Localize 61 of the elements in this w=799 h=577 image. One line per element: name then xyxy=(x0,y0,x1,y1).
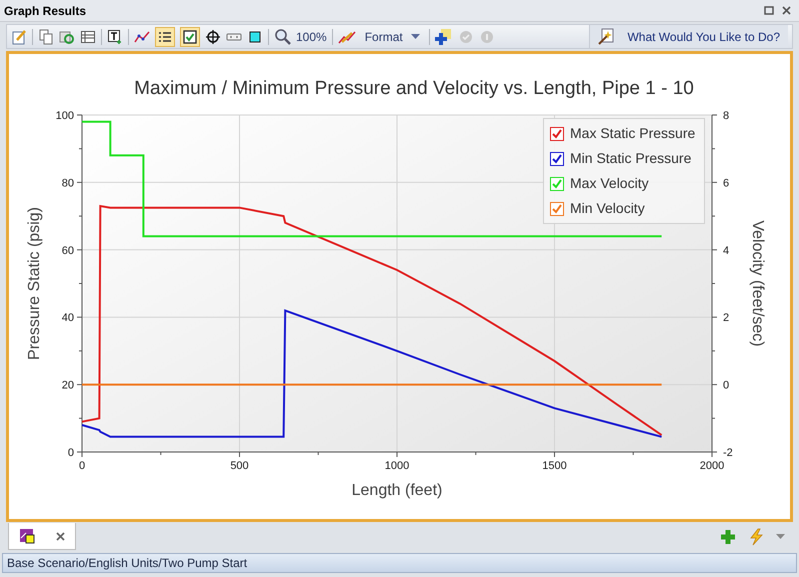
dropdown-arrow-icon[interactable] xyxy=(776,534,785,540)
tick-label: 1500 xyxy=(542,460,567,472)
checkbox-toggle-button[interactable] xyxy=(180,26,200,46)
x-axis-title: Length (feet) xyxy=(352,482,442,499)
legend-toggle-button[interactable] xyxy=(155,26,175,46)
plus-icon[interactable] xyxy=(720,529,736,545)
y-axis-title: Pressure Static (psig) xyxy=(26,207,43,360)
table-icon[interactable] xyxy=(80,28,96,44)
tick-label: 6 xyxy=(723,177,730,190)
graph-window-icon xyxy=(19,528,36,544)
edit-icon[interactable] xyxy=(11,28,27,44)
status-text: Base Scenario/English Units/Two Pump Start xyxy=(7,555,248,572)
legend-checkbox[interactable] xyxy=(550,152,564,166)
square-icon[interactable] xyxy=(247,28,263,44)
tick-label: 1000 xyxy=(384,460,410,472)
tick-label: -2 xyxy=(723,447,733,459)
disabled-check-icon xyxy=(458,28,474,44)
tick-label: 80 xyxy=(62,177,74,190)
zoom-level-button[interactable]: 100% xyxy=(296,28,327,46)
add-icon[interactable] xyxy=(434,28,453,46)
copy-icon[interactable] xyxy=(38,28,54,44)
tick-label: 0 xyxy=(78,460,86,472)
tick-label: 40 xyxy=(62,312,74,324)
legend-label: Min Static Pressure xyxy=(570,149,692,168)
crosshair-icon[interactable] xyxy=(205,28,221,44)
legend-checkbox[interactable] xyxy=(550,126,564,140)
tick-label: 20 xyxy=(62,380,74,392)
tick-label: 0 xyxy=(723,380,730,392)
checkbox-icon xyxy=(183,30,197,44)
close-icon[interactable] xyxy=(56,532,65,540)
secondary-y-axis-title: Velocity (feet/sec) xyxy=(749,220,766,347)
restore-icon[interactable] xyxy=(764,6,774,15)
disabled-info-icon xyxy=(478,28,495,44)
graph-tab[interactable] xyxy=(8,523,76,550)
tick-label: 100 xyxy=(56,110,74,122)
caret-icon xyxy=(410,34,420,40)
tick-label: 500 xyxy=(230,460,249,472)
tick-label: 2000 xyxy=(700,460,724,472)
help-search-button[interactable]: What Would You Like to Do? xyxy=(589,25,788,48)
text-tool-icon[interactable] xyxy=(107,28,123,44)
tick-label: 0 xyxy=(68,447,74,459)
legend-label: Max Static Pressure xyxy=(570,124,696,143)
legend-checkbox[interactable] xyxy=(550,176,564,190)
tick-label: 2 xyxy=(723,312,730,324)
refresh-icon[interactable] xyxy=(59,28,75,44)
list-icon xyxy=(158,30,172,42)
tick-label: 8 xyxy=(723,110,730,122)
tick-label: 4 xyxy=(723,244,730,257)
pencil-graph-icon[interactable] xyxy=(338,28,356,44)
tick-label: 60 xyxy=(62,244,74,257)
legend-checkbox[interactable] xyxy=(550,202,564,216)
close-icon[interactable] xyxy=(782,6,791,15)
lightning-icon[interactable] xyxy=(748,528,764,546)
line-graph-icon[interactable] xyxy=(134,28,150,44)
window-title: Graph Results xyxy=(4,2,86,20)
legend-label: Max Velocity xyxy=(570,174,649,193)
legend-label: Min Velocity xyxy=(570,199,645,218)
magic-wand-icon xyxy=(598,28,616,45)
format-dropdown[interactable]: Format xyxy=(360,28,424,46)
chart-title: Maximum / Minimum Pressure and Velocity vs. Length, Pipe 1 - 10 xyxy=(134,78,694,99)
magnifier-icon[interactable] xyxy=(274,28,291,45)
